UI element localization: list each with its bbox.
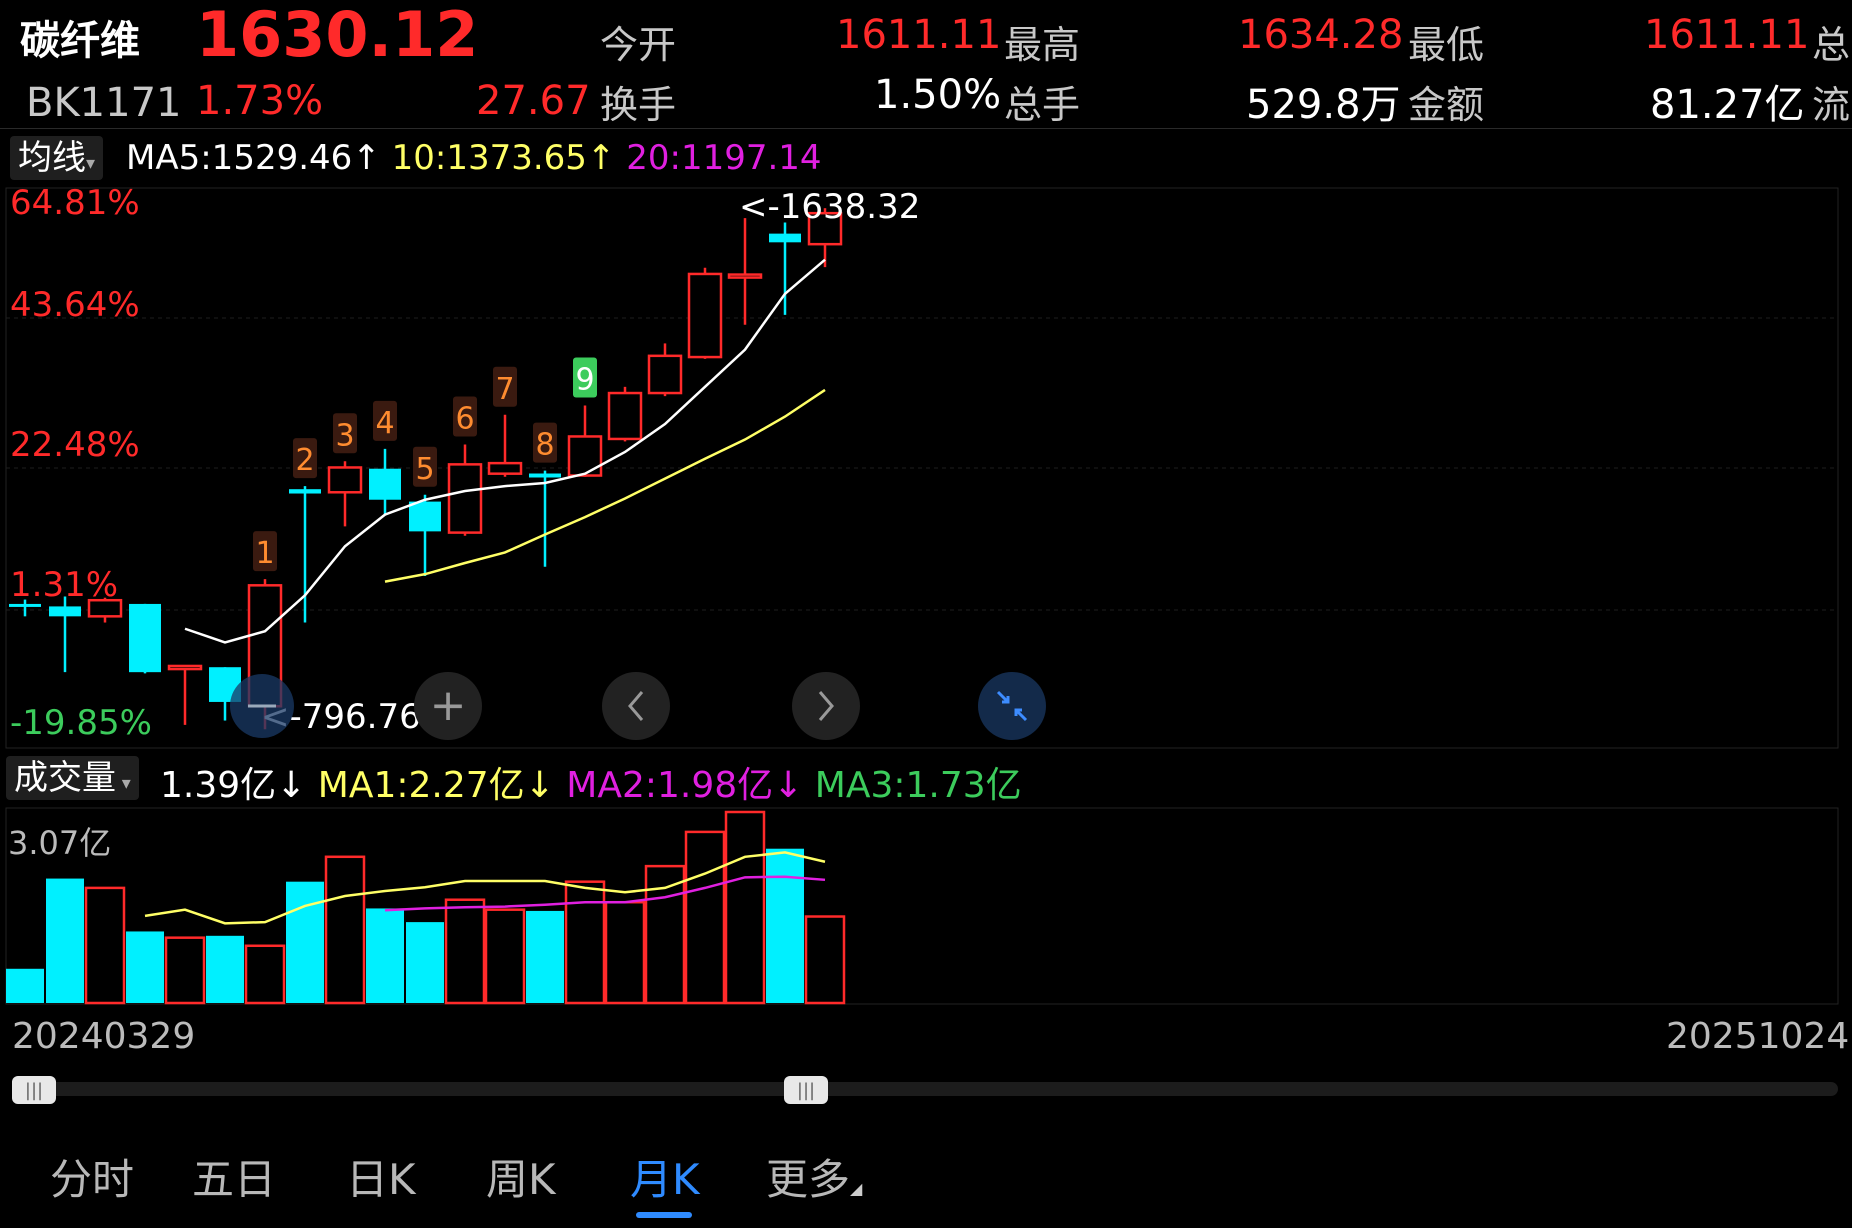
zoom-out-button[interactable] xyxy=(230,674,294,738)
collapse-button[interactable] xyxy=(978,672,1046,740)
volume-bar xyxy=(444,898,486,1005)
candle-body xyxy=(687,272,723,359)
volume-bar xyxy=(286,881,324,1003)
svg-text:|||: ||| xyxy=(797,1080,815,1101)
candle-body xyxy=(447,463,483,534)
volume-bar xyxy=(604,900,646,1005)
start-date: 20240329 xyxy=(12,1016,196,1057)
tab-more[interactable]: 更多◢ xyxy=(766,1146,862,1207)
td-label: 5 xyxy=(415,452,434,487)
candle-body xyxy=(647,354,683,395)
candle-body xyxy=(567,435,603,477)
volume-bar xyxy=(206,935,244,1003)
kline-chart[interactable]: 64.81%43.64%22.48%1.31%-19.85% 123 456789… xyxy=(0,0,1852,1228)
candle-body xyxy=(487,461,523,475)
tab-more-label: 更多 xyxy=(766,1155,851,1204)
high-price-label: <-1638.32 xyxy=(739,187,920,227)
scrubber-right-handle[interactable]: ||| xyxy=(784,1076,828,1104)
plus-icon: + xyxy=(430,680,467,731)
volume-bar xyxy=(126,931,164,1003)
volume-bar xyxy=(6,968,44,1003)
tab-active-indicator xyxy=(636,1212,692,1218)
prev-button[interactable] xyxy=(602,672,670,740)
td-label: 7 xyxy=(495,372,514,407)
tab-daily-k[interactable]: 日K xyxy=(346,1146,416,1207)
end-date: 20251024 xyxy=(1666,1016,1850,1057)
zoom-in-button[interactable]: + xyxy=(414,672,482,740)
tab-weekly-k[interactable]: 周K xyxy=(486,1146,556,1207)
volume-bar xyxy=(484,908,526,1005)
scrubber-track[interactable] xyxy=(12,1082,1838,1096)
candle-body xyxy=(769,233,801,243)
volume-bar xyxy=(46,878,84,1003)
td-label: 6 xyxy=(455,402,474,437)
volume-bar xyxy=(804,915,846,1005)
volume-bar xyxy=(84,886,126,1005)
td-label: 9 xyxy=(575,362,594,397)
y-axis-label: -19.85% xyxy=(10,703,152,743)
candle-body xyxy=(369,468,401,500)
tab-monthly-k[interactable]: 月K xyxy=(630,1146,700,1207)
y-axis-label: 22.48% xyxy=(10,425,140,465)
y-axis-label: 43.64% xyxy=(10,285,140,325)
candle-body xyxy=(87,598,123,618)
next-button[interactable] xyxy=(792,672,860,740)
volume-bar xyxy=(766,848,804,1003)
candle-body xyxy=(129,603,161,673)
volume-bar xyxy=(564,880,606,1005)
candle-body xyxy=(409,501,441,532)
tab-intraday[interactable]: 分时 xyxy=(50,1146,134,1207)
td-label: 1 xyxy=(255,536,274,571)
tab-five-day[interactable]: 五日 xyxy=(192,1146,276,1207)
candle-body xyxy=(289,489,321,494)
volume-bar xyxy=(324,855,366,1005)
candle-body xyxy=(167,664,203,671)
td-label: 8 xyxy=(535,428,554,463)
y-axis-label: 64.81% xyxy=(10,183,140,223)
volume-bar xyxy=(366,908,404,1003)
td-label: 2 xyxy=(295,443,314,478)
volume-bar xyxy=(724,810,766,1005)
volume-bar xyxy=(406,922,444,1003)
svg-text:|||: ||| xyxy=(25,1080,43,1101)
vol-max-label: 3.07亿 xyxy=(8,824,112,862)
td-label: 3 xyxy=(335,418,354,453)
candle-body xyxy=(49,606,81,617)
td-label: 4 xyxy=(375,406,394,441)
volume-bar xyxy=(244,944,286,1005)
candle-body xyxy=(727,273,763,279)
candle-body xyxy=(607,391,643,441)
corner-triangle-icon: ◢ xyxy=(850,1179,863,1198)
volume-bar xyxy=(164,936,206,1005)
candle-body xyxy=(327,466,363,494)
scrubber-left-handle[interactable]: ||| xyxy=(12,1076,56,1104)
volume-bar xyxy=(684,830,726,1005)
volume-bar xyxy=(526,910,564,1003)
candle-body xyxy=(9,603,41,607)
